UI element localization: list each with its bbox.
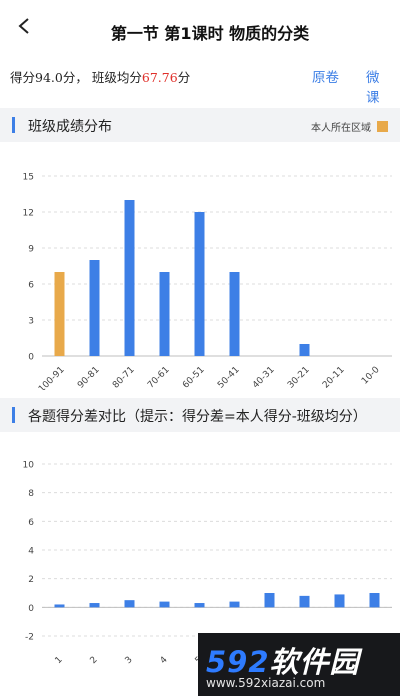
- bar-10[interactable]: [369, 593, 380, 608]
- x-tick-label: 30-21: [286, 365, 312, 390]
- score-value: 94.0: [35, 70, 63, 85]
- y-tick-label: 10: [23, 461, 35, 471]
- score-label: 得分: [10, 70, 36, 85]
- bar-2[interactable]: [89, 603, 100, 608]
- bar-70-61[interactable]: [159, 272, 170, 356]
- y-tick-label: 8: [28, 489, 34, 499]
- y-tick-label: 3: [28, 317, 34, 327]
- watermark-url: www.592xiazai.com: [206, 676, 326, 690]
- class-avg-unit: 分: [177, 70, 191, 85]
- bar-100-91[interactable]: [54, 272, 65, 356]
- watermark-text: 软件园: [269, 645, 360, 679]
- distribution-chart: 0 3 6 9 12 15 100-91 90-81 80-71 70-61 60-51 50-41 4…: [0, 160, 400, 395]
- x-tick-label: 20-11: [321, 365, 347, 390]
- x-tick-label: 40-31: [251, 365, 277, 390]
- y-tick-label: 6: [28, 281, 34, 291]
- bar-9[interactable]: [334, 594, 345, 608]
- section-title-difference: 各题得分差对比（提示：得分差=本人得分-班级均分）: [28, 409, 367, 425]
- class-avg-label: 班级均分: [91, 70, 142, 85]
- x-tick-label: 3: [123, 655, 134, 666]
- section-header-distribution: 班级成绩分布 本人所在区域: [0, 108, 400, 142]
- original-paper-link[interactable]: 原卷: [312, 66, 339, 86]
- y-tick-label: 9: [28, 245, 34, 255]
- y-tick-label: -2: [25, 633, 34, 643]
- x-tick-label: 10-0: [360, 365, 382, 387]
- watermark-number: 592: [206, 645, 270, 679]
- site-watermark: 592软件园 www.592xiazai.com: [198, 633, 400, 696]
- legend-swatch: [377, 121, 388, 132]
- page-title: 第一节 第1课时 物质的分类: [110, 24, 310, 43]
- y-tick-label: 2: [28, 575, 34, 585]
- y-tick-label: 0: [28, 353, 34, 363]
- score-row: 得分94.0分， 班级均分67.76分 原卷 微课: [10, 66, 390, 106]
- legend-label: 本人所在区域: [311, 123, 371, 134]
- bar-30-21[interactable]: [299, 344, 310, 356]
- bar-3[interactable]: [124, 600, 135, 608]
- y-tick-label: 15: [23, 173, 34, 183]
- micro-lesson-link[interactable]: 微课: [366, 66, 390, 106]
- section-accent-bar: [12, 117, 15, 133]
- x-tick-label: 70-61: [146, 365, 172, 390]
- y-tick-label: 12: [23, 209, 34, 219]
- watermark-logo: 592软件园: [206, 639, 360, 681]
- x-tick-label: 50-41: [216, 365, 242, 390]
- bar-4[interactable]: [159, 601, 170, 608]
- top-bar: 第一节 第1课时 物质的分类: [0, 0, 400, 60]
- x-tick-label: 4: [158, 655, 169, 666]
- score-unit: 分: [62, 70, 76, 85]
- bar-8[interactable]: [299, 595, 310, 608]
- distribution-chart-svg: 0 3 6 9 12 15 100-91 90-81 80-71 70-61 60-51 50-41 4…: [23, 173, 392, 395]
- bar-90-81[interactable]: [89, 260, 100, 356]
- section-title-distribution: 班级成绩分布: [28, 119, 112, 135]
- y-tick-label: 4: [28, 547, 34, 557]
- bar-7[interactable]: [264, 593, 275, 608]
- x-tick-label: 2: [88, 655, 99, 666]
- x-tick-label: 1: [53, 655, 64, 666]
- y-tick-label: 0: [28, 604, 34, 614]
- score-separator: ，: [75, 70, 88, 85]
- chart-legend: 本人所在区域: [311, 119, 388, 134]
- section-header-difference: 各题得分差对比（提示：得分差=本人得分-班级均分）: [0, 398, 400, 432]
- bar-60-51[interactable]: [194, 212, 205, 356]
- bar-1[interactable]: [54, 604, 65, 608]
- y-tick-label: 6: [28, 518, 34, 528]
- class-avg-value: 67.76: [141, 70, 178, 85]
- x-tick-label: 80-71: [111, 365, 137, 390]
- bar-50-41[interactable]: [229, 272, 240, 356]
- back-icon[interactable]: [12, 14, 36, 38]
- x-tick-label: 90-81: [76, 365, 102, 390]
- x-tick-label: 60-51: [181, 365, 207, 390]
- bar-5[interactable]: [194, 603, 205, 608]
- bar-80-71[interactable]: [124, 200, 135, 356]
- bar-6[interactable]: [229, 601, 240, 608]
- score-summary: 得分94.0分， 班级均分67.76分: [10, 67, 190, 86]
- x-tick-label: 100-91: [37, 365, 67, 390]
- section-accent-bar: [12, 407, 15, 423]
